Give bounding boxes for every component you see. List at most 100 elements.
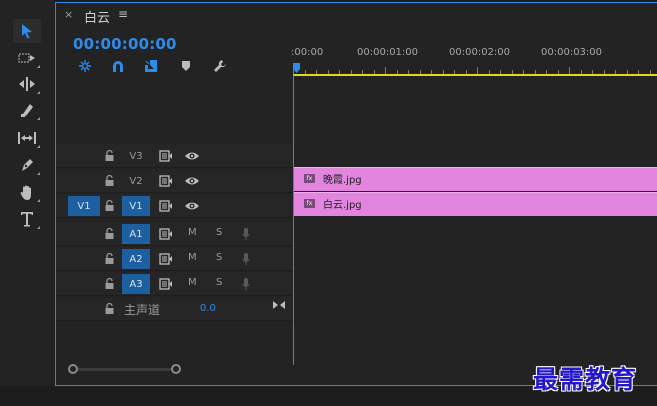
keyframe-bowtie-icon[interactable] <box>272 300 286 310</box>
track-name-a2[interactable]: A2 <box>122 249 150 269</box>
close-icon[interactable]: × <box>64 8 73 21</box>
panel-header: × 白云 ≡ <box>56 3 657 29</box>
hand-icon <box>20 185 31 200</box>
flyout-corner <box>37 172 40 175</box>
nest-toggle-icon <box>79 60 91 72</box>
track-name-v1[interactable]: V1 <box>122 196 150 216</box>
pen-tool[interactable] <box>13 153 41 177</box>
lock-icon[interactable] <box>104 277 115 290</box>
linked-selection-icon <box>145 60 157 72</box>
sync-lock-icon[interactable] <box>159 200 173 212</box>
timeline-settings-button[interactable] <box>211 58 229 74</box>
snap-icon <box>113 61 123 72</box>
tools-panel <box>0 0 54 386</box>
hand-tool[interactable] <box>13 180 41 204</box>
razor-icon <box>21 104 33 117</box>
zoom-scrollbar[interactable] <box>68 362 181 376</box>
track-name-v2[interactable]: V2 <box>122 171 150 191</box>
lock-icon[interactable] <box>104 227 115 240</box>
nest-toggle-button[interactable] <box>76 58 94 74</box>
track-name-a1[interactable]: A1 <box>122 224 150 244</box>
flyout-corner <box>37 91 40 94</box>
slip-icon <box>18 132 36 144</box>
solo-button[interactable]: S <box>216 277 222 288</box>
clip-v2[interactable]: fx 晚霞.jpg <box>294 167 657 191</box>
solo-button[interactable]: S <box>216 252 222 263</box>
microphone-icon[interactable] <box>241 252 251 266</box>
eye-icon[interactable] <box>184 150 200 162</box>
solo-button[interactable]: S <box>216 227 222 238</box>
razor-tool[interactable] <box>13 98 41 122</box>
zoom-handle-right[interactable] <box>171 364 181 374</box>
track-header-a2[interactable]: A2 M S <box>56 247 293 271</box>
track-select-forward-tool[interactable] <box>13 46 41 70</box>
master-track-label: 主声道 <box>124 303 161 317</box>
flyout-corner <box>37 199 40 202</box>
track-name-v3[interactable]: V3 <box>122 146 150 166</box>
flyout-corner <box>37 145 40 148</box>
panel-menu-icon[interactable]: ≡ <box>118 7 128 21</box>
track-header-master[interactable]: 主声道 0.0 <box>56 297 293 321</box>
lock-icon[interactable] <box>104 302 115 315</box>
track-header-a1[interactable]: A1 M S <box>56 222 293 246</box>
selection-arrow-icon <box>22 24 32 39</box>
ripple-edit-tool[interactable] <box>13 72 41 96</box>
track-header-v3[interactable]: V3 <box>56 144 293 168</box>
clip-name: 白云.jpg <box>323 200 362 211</box>
work-area-bar[interactable] <box>293 74 657 76</box>
lock-icon[interactable] <box>104 252 115 265</box>
zoom-scrollbar-track[interactable] <box>74 368 174 371</box>
flyout-corner <box>37 226 40 229</box>
type-tool[interactable] <box>13 207 41 231</box>
ripple-edit-icon <box>19 77 35 91</box>
lock-icon[interactable] <box>104 174 115 187</box>
lock-icon[interactable] <box>104 199 115 212</box>
track-select-icon <box>18 53 35 63</box>
zoom-handle-left[interactable] <box>68 364 78 374</box>
linked-selection-button[interactable] <box>142 58 160 74</box>
wrench-icon <box>214 60 226 72</box>
sync-lock-icon[interactable] <box>159 228 173 240</box>
slip-tool[interactable] <box>13 126 41 150</box>
eye-icon[interactable] <box>184 175 200 187</box>
watermark-logo: 最需教育 <box>533 365 638 394</box>
track-header-v1[interactable]: V1 V1 <box>56 194 293 218</box>
playhead-timecode[interactable]: 00:00:00:00 <box>73 35 177 53</box>
sync-lock-icon[interactable] <box>159 150 173 162</box>
ruler-label: 00:00:01:00 <box>357 47 419 58</box>
sync-lock-icon[interactable] <box>159 278 173 290</box>
snap-button[interactable] <box>109 58 127 74</box>
time-ruler[interactable]: :00:00 00:00:01:00 00:00:02:00 00:00:03:… <box>291 41 657 77</box>
mute-button[interactable]: M <box>188 227 197 238</box>
timeline-panel: × 白云 ≡ 00:00:00:00 :00:00 00:00:01:00 00… <box>55 2 657 386</box>
clip-v1[interactable]: fx 白云.jpg <box>294 192 657 216</box>
mute-button[interactable]: M <box>188 252 197 263</box>
sync-lock-icon[interactable] <box>159 175 173 187</box>
track-header-a3[interactable]: A3 M S <box>56 272 293 296</box>
flyout-corner <box>37 117 40 120</box>
selection-tool[interactable] <box>13 19 41 43</box>
microphone-icon[interactable] <box>241 277 251 291</box>
type-icon <box>21 212 33 227</box>
clip-name: 晚霞.jpg <box>323 175 362 186</box>
source-patch-v1[interactable]: V1 <box>68 196 100 216</box>
ruler-label: 00:00:03:00 <box>541 47 603 58</box>
lock-icon[interactable] <box>104 149 115 162</box>
mute-button[interactable]: M <box>188 277 197 288</box>
master-volume-value[interactable]: 0.0 <box>200 303 216 314</box>
playhead-line[interactable] <box>293 75 294 365</box>
eye-icon[interactable] <box>184 200 200 212</box>
ruler-label: 00:00:02:00 <box>449 47 511 58</box>
flyout-corner <box>37 65 40 68</box>
add-marker-button[interactable] <box>177 58 195 74</box>
track-header-v2[interactable]: V2 <box>56 169 293 193</box>
sequence-tab-title[interactable]: 白云 <box>84 7 110 26</box>
microphone-icon[interactable] <box>241 227 251 241</box>
fx-badge-icon: fx <box>304 174 315 183</box>
add-marker-icon <box>182 61 190 71</box>
pen-icon <box>22 159 33 171</box>
track-name-a3[interactable]: A3 <box>122 274 150 294</box>
fx-badge-icon: fx <box>304 199 315 208</box>
sync-lock-icon[interactable] <box>159 253 173 265</box>
ruler-label: :00:00 <box>291 47 324 58</box>
